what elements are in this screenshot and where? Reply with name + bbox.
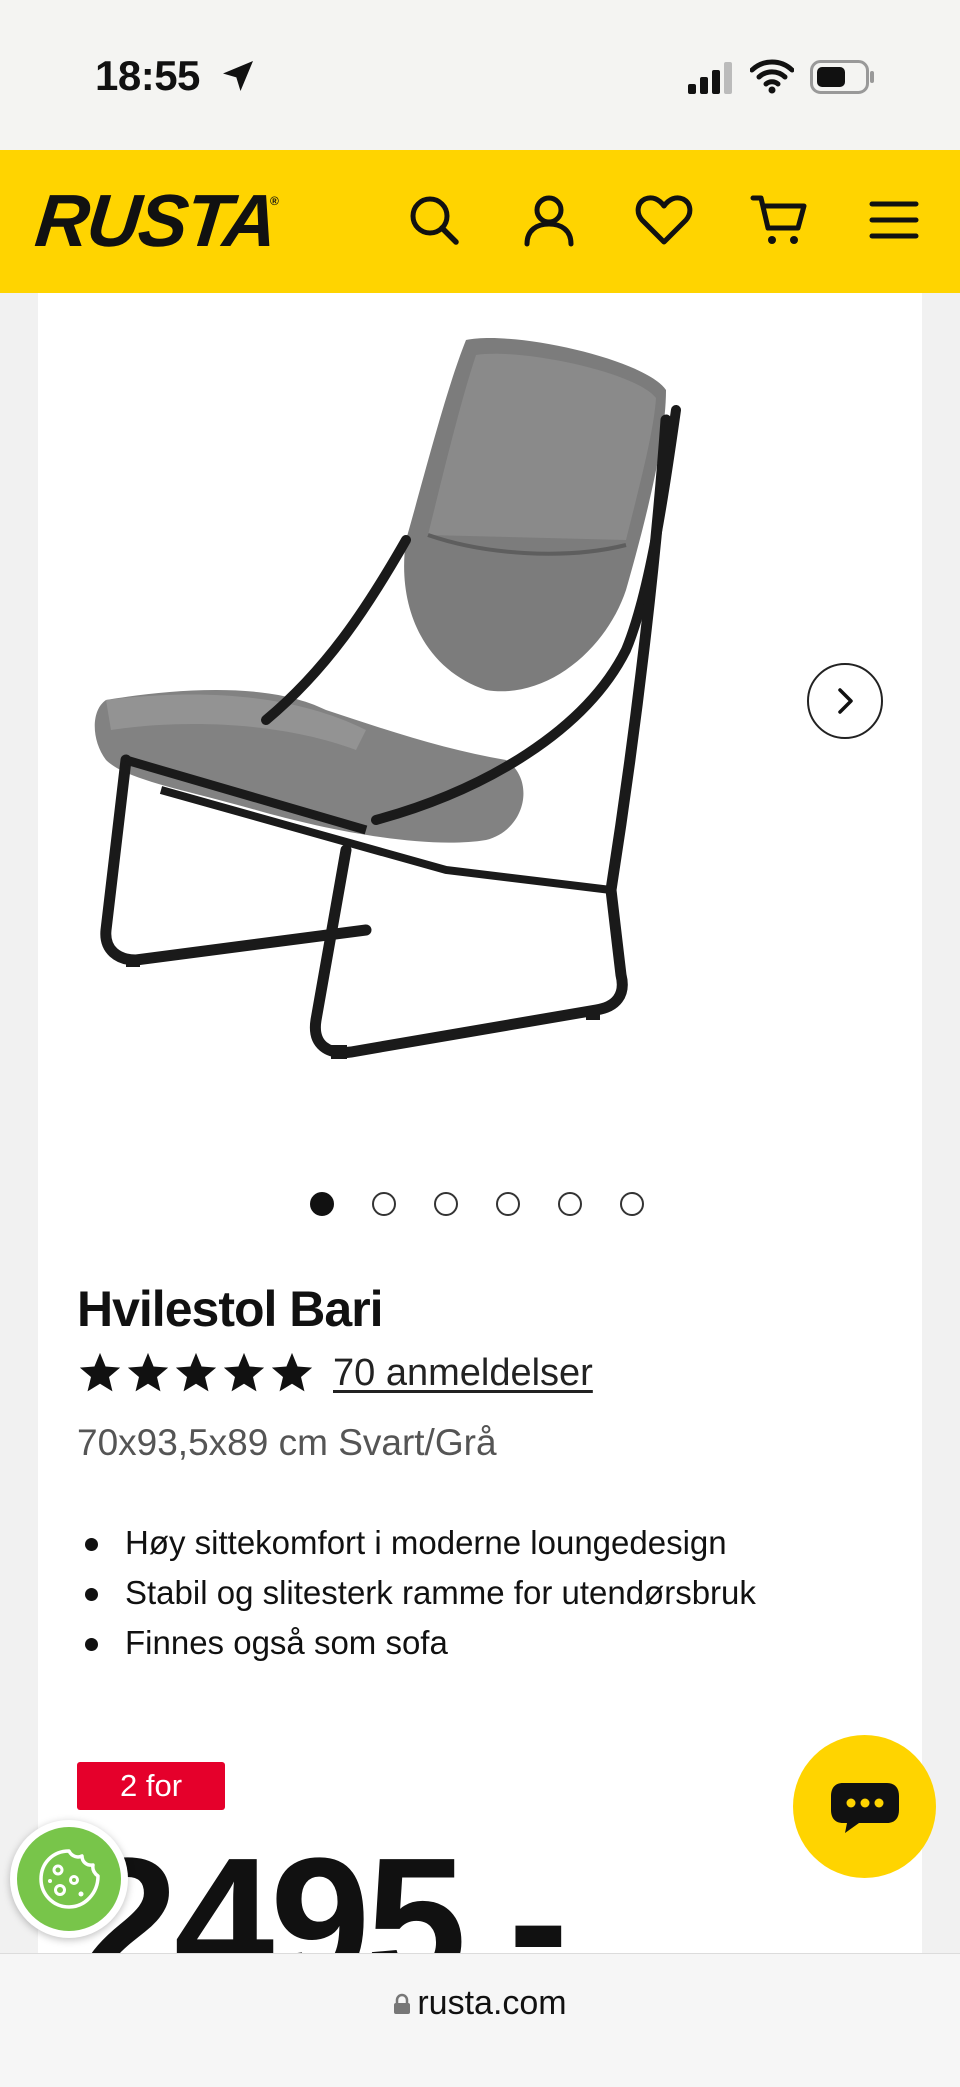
feature-item: Stabil og slitesterk ramme for utendørsb… — [77, 1568, 756, 1618]
status-time: 18:55 — [95, 52, 200, 99]
wifi-icon — [750, 59, 794, 94]
rusta-logo[interactable]: RUSTA — [32, 178, 280, 263]
url-text: rusta.com — [417, 1984, 567, 2022]
battery-icon — [810, 60, 874, 94]
promo-badge: 2 for — [77, 1762, 225, 1810]
next-image-button[interactable] — [807, 663, 883, 739]
star-icon — [175, 1352, 217, 1392]
carousel-dot[interactable] — [310, 1192, 334, 1216]
product-image[interactable] — [66, 310, 886, 1110]
star-icon — [79, 1352, 121, 1392]
browser-url-bar[interactable]: rusta.com — [0, 1953, 960, 2087]
star-icon — [223, 1352, 265, 1392]
cellular-signal-icon — [688, 62, 732, 94]
cookie-icon — [39, 1849, 100, 1909]
feature-item: Høy sittekomfort i moderne loungedesign — [77, 1518, 756, 1568]
feature-list: Høy sittekomfort i moderne loungedesign … — [77, 1518, 756, 1668]
carousel-dot[interactable] — [434, 1192, 458, 1216]
user-icon[interactable] — [519, 190, 579, 250]
product-title: Hvilestol Bari — [77, 1281, 384, 1337]
carousel-dot[interactable] — [620, 1192, 644, 1216]
cookie-settings-button[interactable] — [10, 1820, 128, 1938]
carousel-dot[interactable] — [496, 1192, 520, 1216]
star-rating — [77, 1350, 315, 1396]
lock-icon — [394, 1993, 411, 2014]
image-carousel-dots — [310, 1192, 644, 1218]
menu-icon[interactable] — [864, 190, 924, 250]
star-icon — [127, 1352, 169, 1392]
chevron-right-icon — [838, 688, 853, 714]
product-dimensions: 70x93,5x89 cm Svart/Grå — [77, 1422, 497, 1463]
carousel-dot[interactable] — [372, 1192, 396, 1216]
reviews-link[interactable]: 70 anmeldelser — [333, 1352, 593, 1395]
product-rating: 70 anmeldelser — [77, 1350, 593, 1396]
registered-mark: ® — [270, 194, 279, 208]
url-display[interactable]: rusta.com — [0, 1984, 960, 2023]
cart-icon[interactable] — [749, 190, 809, 250]
feature-item: Finnes også som sofa — [77, 1618, 756, 1668]
chat-bubble-icon — [830, 1782, 899, 1833]
cookie-badge — [17, 1827, 121, 1931]
heart-icon[interactable] — [634, 190, 694, 250]
status-bar: 18:55 — [0, 0, 960, 150]
location-arrow-icon — [223, 61, 253, 91]
search-icon[interactable] — [404, 190, 464, 250]
star-icon — [271, 1352, 313, 1392]
carousel-dot[interactable] — [558, 1192, 582, 1216]
chat-button[interactable] — [793, 1735, 936, 1878]
page: 18:55 RUSTA ® Hvilestol Bari 70 anmeldel… — [0, 0, 960, 2087]
site-header: RUSTA ® — [0, 150, 960, 293]
